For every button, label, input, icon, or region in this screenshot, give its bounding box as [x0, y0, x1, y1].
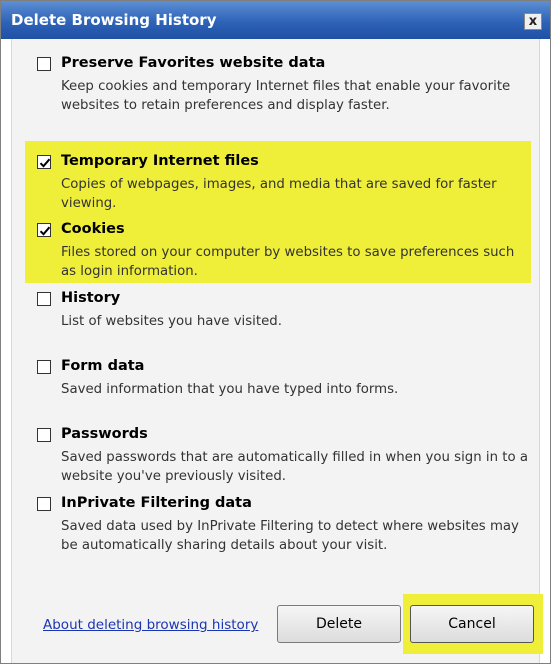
- option-label: History: [61, 290, 121, 306]
- option-description: Saved passwords that are automatically f…: [61, 450, 528, 484]
- delete-button[interactable]: Delete: [277, 605, 401, 643]
- option-label: Form data: [61, 358, 145, 374]
- option-label: Passwords: [61, 426, 148, 442]
- temporary-internet-files-checkbox[interactable]: [37, 155, 51, 169]
- close-button[interactable]: x: [524, 13, 542, 30]
- dialog-content: [11, 39, 540, 663]
- cookies-checkbox[interactable]: [37, 223, 51, 237]
- preserve-favorites-checkbox[interactable]: [37, 57, 51, 71]
- option-description: Saved data used by InPrivate Filtering t…: [61, 519, 519, 553]
- option-description: Files stored on your computer by website…: [61, 245, 515, 279]
- cancel-button[interactable]: Cancel: [410, 605, 534, 643]
- form-data-checkbox[interactable]: [37, 360, 51, 374]
- checkmark-icon: [39, 158, 51, 168]
- passwords-checkbox[interactable]: [37, 428, 51, 442]
- dialog-title: Delete Browsing History: [11, 11, 217, 29]
- delete-browsing-history-dialog: Delete Browsing History x Preserve Favor…: [0, 0, 551, 664]
- history-checkbox[interactable]: [37, 292, 51, 306]
- option-label: Cookies: [61, 221, 125, 237]
- option-label: Preserve Favorites website data: [61, 55, 326, 71]
- option-description: Saved information that you have typed in…: [61, 382, 399, 397]
- option-label: InPrivate Filtering data: [61, 495, 252, 511]
- option-label: Temporary Internet files: [61, 153, 259, 169]
- close-icon: x: [528, 14, 538, 29]
- option-description: List of websites you have visited.: [61, 314, 282, 329]
- title-bar: Delete Browsing History x: [1, 1, 550, 39]
- about-deleting-history-link[interactable]: About deleting browsing history: [43, 617, 258, 633]
- option-description: Keep cookies and temporary Internet file…: [61, 79, 511, 113]
- checkmark-icon: [39, 226, 51, 236]
- option-description: Copies of webpages, images, and media th…: [61, 177, 497, 211]
- inprivate-filtering-data-checkbox[interactable]: [37, 497, 51, 511]
